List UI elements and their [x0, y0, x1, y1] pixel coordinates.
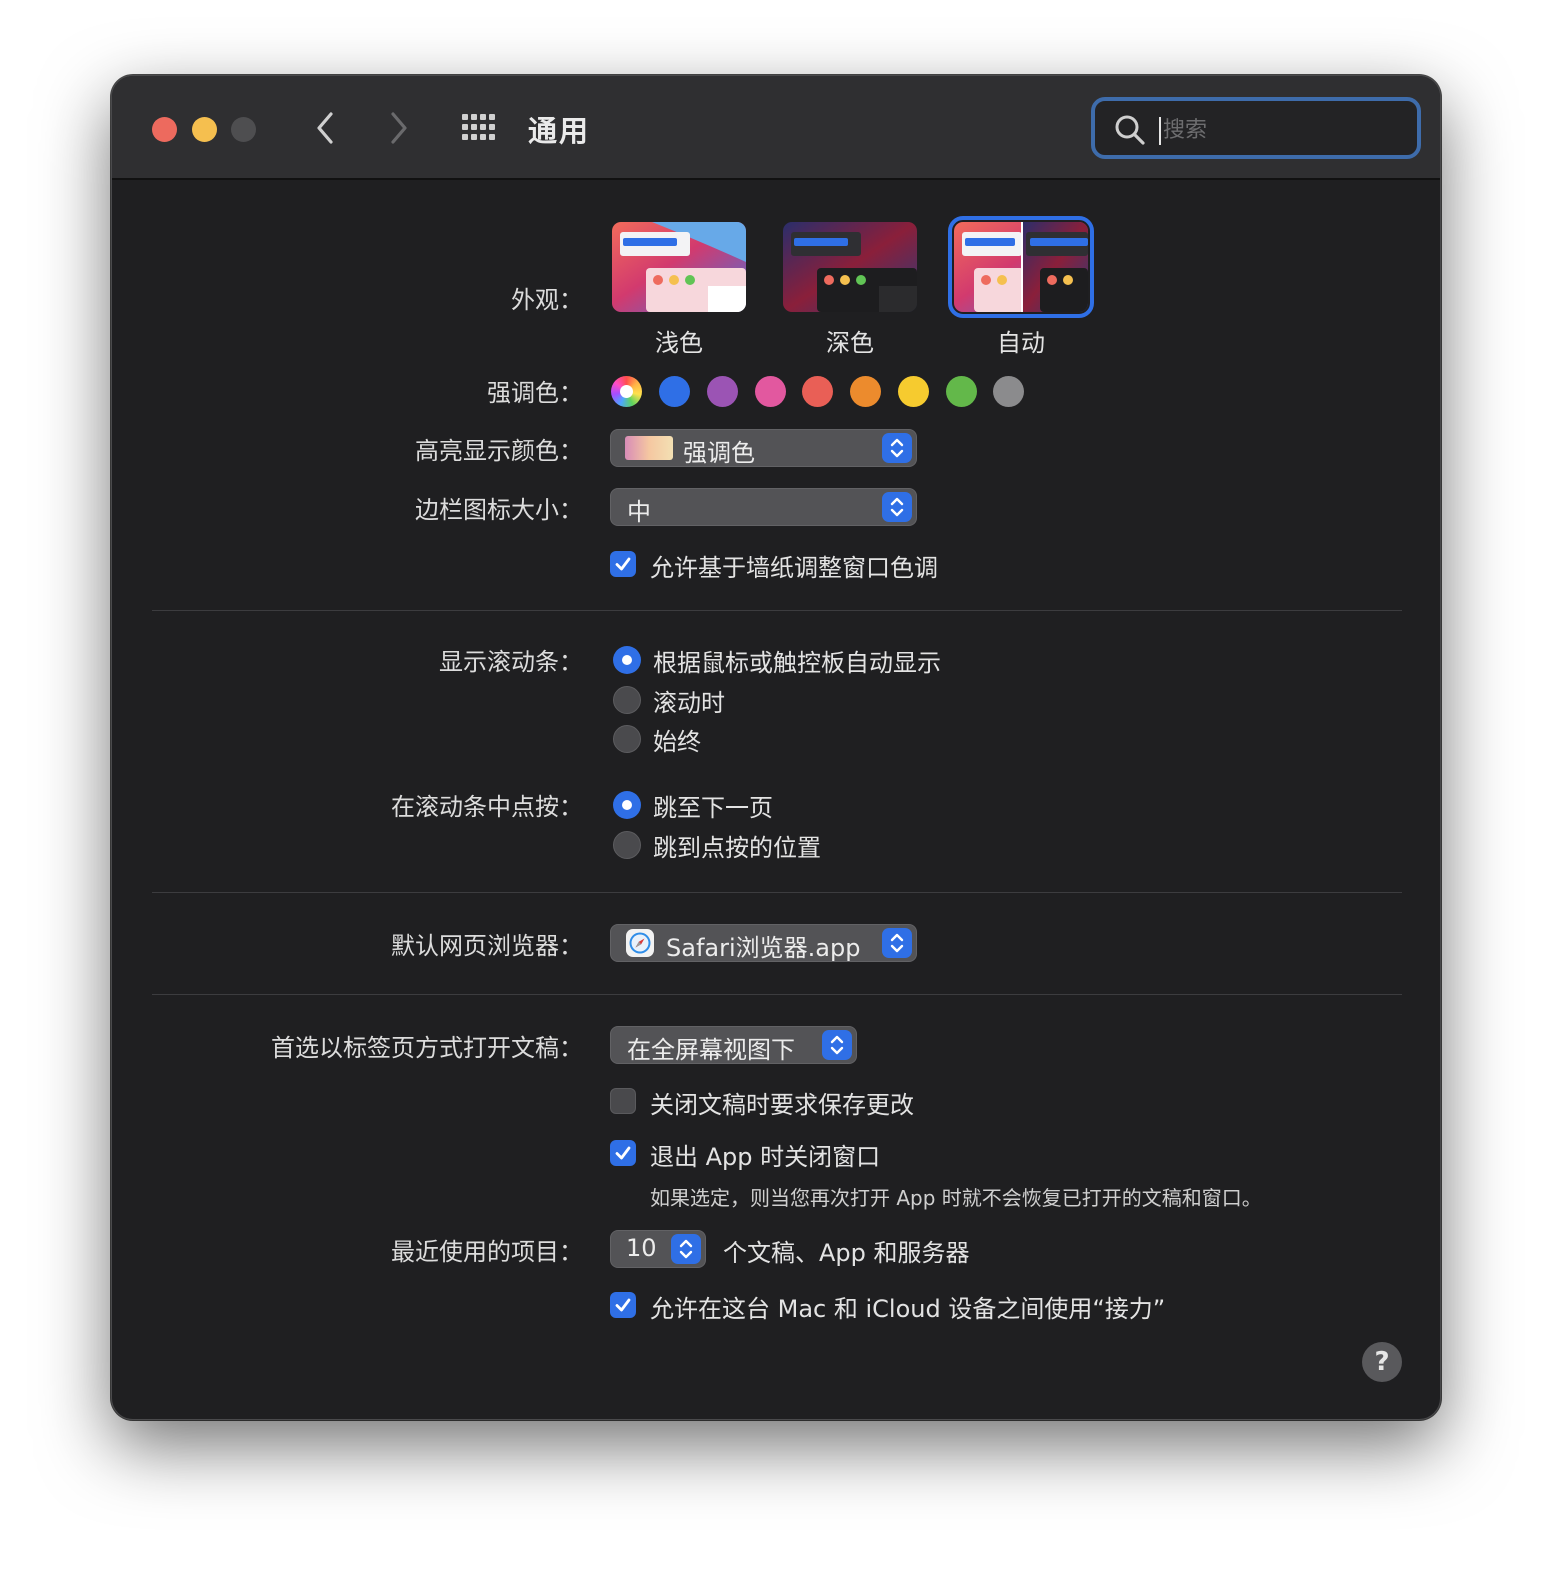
accent-swatch-blue[interactable]: [659, 376, 690, 407]
recent-items-value: 10: [626, 1234, 657, 1262]
recent-items-popup[interactable]: 10: [610, 1230, 706, 1268]
section-divider: [152, 994, 1402, 995]
accent-swatch-green[interactable]: [946, 376, 977, 407]
up-down-chevron-icon: [890, 933, 904, 953]
accent-color-label: 强调色：: [487, 379, 583, 407]
accent-swatch-pink[interactable]: [755, 376, 786, 407]
popup-stepper: [882, 492, 912, 522]
default-browser-label: 默认网页浏览器：: [391, 932, 583, 960]
recent-items-label: 最近使用的项目：: [391, 1238, 583, 1266]
sidebar-icon-size-value: 中: [627, 498, 651, 526]
highlight-color-label: 高亮显示颜色：: [415, 437, 583, 465]
handoff-label: 允许在这台 Mac 和 iCloud 设备之间使用“接力”: [650, 1295, 1166, 1323]
grid-icon: [462, 114, 495, 140]
scrollbars-always-label: 始终: [653, 728, 701, 756]
close-window-button[interactable]: [152, 117, 177, 142]
default-browser-popup[interactable]: Safari浏览器.app: [610, 924, 917, 962]
close-windows-note: 如果选定，则当您再次打开 App 时就不会恢复已打开的文稿和窗口。: [650, 1186, 1262, 1210]
highlight-swatch: [625, 436, 673, 460]
default-browser-value: Safari浏览器.app: [666, 934, 861, 962]
section-divider: [152, 610, 1402, 611]
title-bar: 通用: [112, 76, 1440, 180]
jump-next-page-radio[interactable]: [613, 791, 641, 819]
system-preferences-window: 通用 外观：: [111, 75, 1441, 1420]
highlight-color-value: 强调色: [683, 439, 755, 467]
minimize-window-button[interactable]: [192, 117, 217, 142]
scrollbars-auto-radio[interactable]: [613, 646, 641, 674]
recent-items-suffix: 个文稿、App 和服务器: [723, 1239, 970, 1267]
sidebar-icon-size-popup[interactable]: 中: [610, 488, 917, 526]
accent-swatch-yellow[interactable]: [898, 376, 929, 407]
accent-swatch-orange[interactable]: [850, 376, 881, 407]
prefer-tabs-value: 在全屏幕视图下: [627, 1036, 795, 1064]
click-scrollbar-label: 在滚动条中点按：: [391, 793, 583, 821]
forward-button[interactable]: [379, 106, 419, 150]
scrollbars-always-radio[interactable]: [613, 725, 641, 753]
scrollbars-when-scrolling-label: 滚动时: [653, 689, 725, 717]
safari-app-icon: [626, 929, 654, 957]
accent-swatch-purple[interactable]: [707, 376, 738, 407]
window-title: 通用: [528, 114, 591, 148]
up-down-chevron-icon: [890, 438, 904, 458]
light-mode-preview-icon: [612, 222, 746, 312]
popup-stepper: [882, 433, 912, 463]
prefer-tabs-popup[interactable]: 在全屏幕视图下: [610, 1026, 857, 1064]
checkmark-icon: [615, 1298, 631, 1312]
accent-swatch-red[interactable]: [802, 376, 833, 407]
search-field[interactable]: [1091, 97, 1421, 159]
wallpaper-tint-label: 允许基于墙纸调整窗口色调: [650, 554, 938, 582]
popup-stepper: [882, 928, 912, 958]
section-divider: [152, 892, 1402, 893]
auto-mode-preview-icon: [954, 222, 1088, 312]
up-down-chevron-icon: [830, 1035, 844, 1055]
dark-mode-preview-icon: [783, 222, 917, 312]
popup-stepper: [822, 1030, 852, 1060]
wallpaper-tint-checkbox[interactable]: [610, 551, 636, 577]
checkmark-icon: [615, 1146, 631, 1160]
show-all-grid-button[interactable]: [460, 112, 500, 144]
appearance-light-thumbnail[interactable]: [612, 222, 746, 312]
sidebar-icon-size-label: 边栏图标大小：: [415, 496, 583, 524]
appearance-label: 外观：: [511, 286, 583, 314]
up-down-chevron-icon: [890, 497, 904, 517]
accent-swatch-graphite[interactable]: [993, 376, 1024, 407]
close-windows-checkbox[interactable]: [610, 1140, 636, 1166]
highlight-color-popup[interactable]: 强调色: [610, 429, 917, 467]
back-button[interactable]: [305, 106, 345, 150]
ask-save-changes-label: 关闭文稿时要求保存更改: [650, 1091, 914, 1119]
show-scrollbars-label: 显示滚动条：: [439, 648, 583, 676]
scrollbars-auto-label: 根据鼠标或触控板自动显示: [653, 649, 941, 677]
compass-icon: [629, 932, 651, 954]
jump-next-page-label: 跳至下一页: [653, 794, 773, 822]
prefer-tabs-label: 首选以标签页方式打开文稿：: [271, 1034, 583, 1062]
up-down-chevron-icon: [679, 1239, 693, 1259]
search-input[interactable]: [1163, 111, 1403, 149]
ask-save-changes-checkbox[interactable]: [610, 1088, 636, 1114]
zoom-window-button[interactable]: [231, 117, 256, 142]
search-icon: [1115, 115, 1145, 145]
chevron-right-icon: [391, 112, 407, 144]
scrollbars-when-scrolling-radio[interactable]: [613, 686, 641, 714]
appearance-dark-caption: 深色: [826, 329, 874, 357]
appearance-auto-thumbnail[interactable]: [948, 216, 1094, 318]
jump-to-spot-radio[interactable]: [613, 831, 641, 859]
jump-to-spot-label: 跳到点按的位置: [653, 834, 821, 862]
appearance-dark-thumbnail[interactable]: [783, 222, 917, 312]
handoff-checkbox[interactable]: [610, 1292, 636, 1318]
appearance-auto-caption: 自动: [997, 329, 1045, 357]
appearance-light-caption: 浅色: [655, 329, 703, 357]
chevron-left-icon: [317, 112, 333, 144]
close-windows-label: 退出 App 时关闭窗口: [650, 1143, 881, 1171]
text-caret: [1159, 117, 1161, 145]
popup-stepper: [671, 1234, 701, 1264]
accent-swatch-multicolor[interactable]: [611, 376, 642, 407]
checkmark-icon: [615, 557, 631, 571]
help-button[interactable]: ?: [1362, 1342, 1402, 1382]
